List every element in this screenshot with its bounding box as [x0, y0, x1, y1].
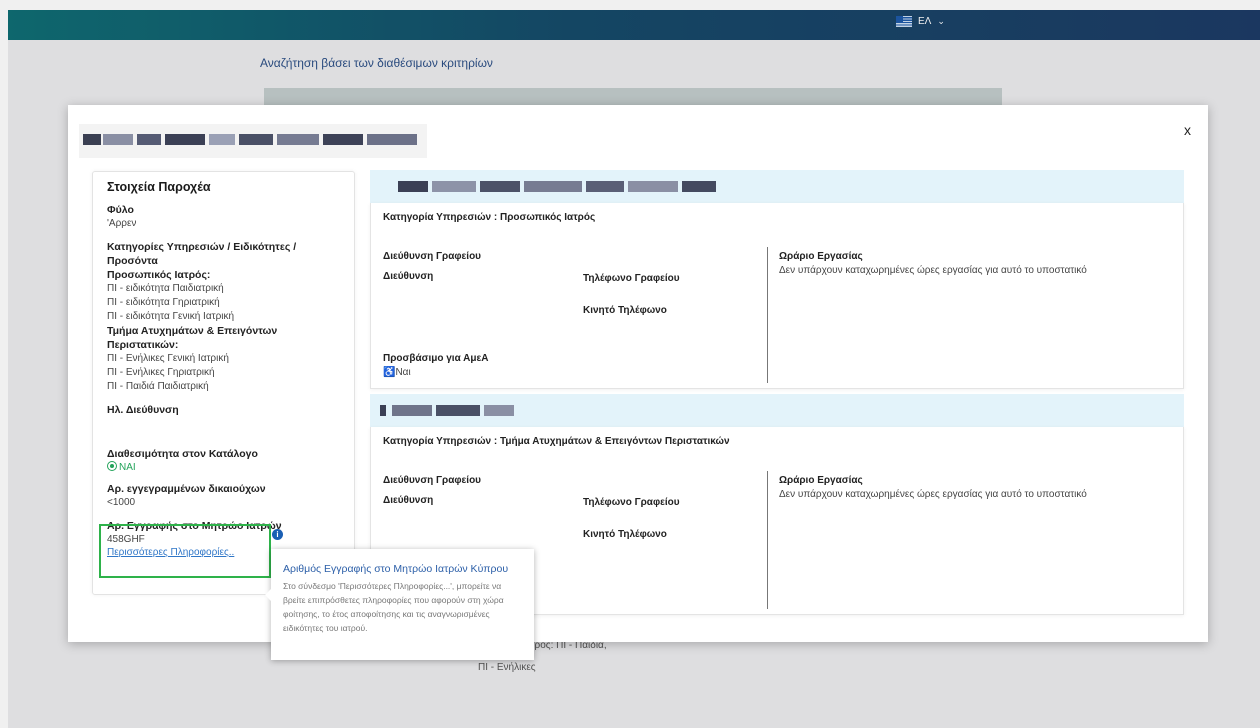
- address-label: Διεύθυνση: [383, 271, 434, 282]
- category-item: ΠΙ - Ενήλικες Γενική Ιατρική: [107, 353, 229, 364]
- gender-label: Φύλο: [107, 204, 134, 216]
- accessible-value: ♿Ναι: [383, 367, 411, 378]
- provider-details-modal: x Στοιχεία Παροχέα Φύλο 'Αρρεν Κατηγορίε…: [68, 105, 1208, 642]
- office-address-label: Διεύθυνση Γραφείου: [383, 475, 481, 486]
- close-button[interactable]: x: [1184, 122, 1191, 138]
- registry-highlight-box: [99, 524, 271, 578]
- working-hours-label: Ωράριο Εργασίας: [779, 475, 863, 486]
- accessible-label: Προσβάσιμο για ΑμεΑ: [383, 353, 489, 364]
- info-icon[interactable]: i: [272, 529, 283, 540]
- category-item: ΠΙ - Ενήλικες Γηριατρική: [107, 367, 215, 378]
- registry-info-tooltip: Αριθμός Εγγραφής στο Μητρώο Ιατρών Κύπρο…: [265, 549, 534, 660]
- gender-value: 'Αρρεν: [107, 218, 137, 229]
- availability-value: ΝΑΙ: [107, 461, 340, 473]
- address-label: Διεύθυνση: [383, 495, 434, 506]
- category-group-label: Τμήμα Ατυχημάτων & Επειγόντων Περιστατικ…: [107, 325, 278, 351]
- availability-text: ΝΑΙ: [119, 462, 136, 473]
- availability-label: Διαθεσιμότητα στον Κατάλογο: [107, 448, 258, 460]
- working-hours-value: Δεν υπάρχουν καταχωρημένες ώρες εργασίας…: [779, 265, 1087, 276]
- service-section: Κατηγορία Υπηρεσιών : Προσωπικός Ιατρός …: [370, 170, 1184, 389]
- provider-name-redacted: [79, 124, 427, 158]
- category-item: ΠΙ - ειδικότητα Παιδιατρική: [107, 283, 224, 294]
- mobile-phone-label: Κινητό Τηλέφωνο: [583, 305, 667, 316]
- tooltip-body: Στο σύνδεσμο 'Περισσότερες Πληροφορίες..…: [283, 581, 504, 633]
- beneficiaries-value: <1000: [107, 497, 136, 508]
- service-category: Κατηγορία Υπηρεσιών : Τμήμα Ατυχημάτων &…: [383, 436, 730, 447]
- tooltip-title: Αριθμός Εγγραφής στο Μητρώο Ιατρών Κύπρο…: [283, 563, 509, 575]
- category-item: ΠΙ - ειδικότητα Γηριατρική: [107, 297, 220, 308]
- radio-checked-icon: [107, 461, 117, 471]
- section-body: Κατηγορία Υπηρεσιών : Προσωπικός Ιατρός …: [370, 203, 1184, 389]
- office-address-label: Διεύθυνση Γραφείου: [383, 251, 481, 262]
- category-item: ΠΙ - ειδικότητα Γενική Ιατρική: [107, 311, 235, 322]
- card-title: Στοιχεία Παροχέα: [107, 180, 211, 194]
- office-phone-label: Τηλέφωνο Γραφείου: [583, 497, 680, 508]
- email-label: Ηλ. Διεύθυνση: [107, 404, 179, 416]
- column-divider: [767, 471, 768, 609]
- categories-label: Κατηγορίες Υπηρεσιών / Ειδικότητες / Προ…: [107, 241, 297, 267]
- category-group-label: Προσωπικός Ιατρός:: [107, 269, 211, 281]
- working-hours-label: Ωράριο Εργασίας: [779, 251, 863, 262]
- mobile-phone-label: Κινητό Τηλέφωνο: [583, 529, 667, 540]
- section-header-redacted: [370, 170, 1184, 203]
- beneficiaries-label: Αρ. εγγεγραμμένων δικαιούχων: [107, 483, 266, 495]
- section-header-redacted: [370, 394, 1184, 427]
- office-phone-label: Τηλέφωνο Γραφείου: [583, 273, 680, 284]
- working-hours-value: Δεν υπάρχουν καταχωρημένες ώρες εργασίας…: [779, 489, 1087, 500]
- column-divider: [767, 247, 768, 383]
- category-item: ΠΙ - Παιδιά Παιδιατρική: [107, 381, 209, 392]
- service-category: Κατηγορία Υπηρεσιών : Προσωπικός Ιατρός: [383, 212, 596, 223]
- accessible-text: Ναι: [395, 367, 411, 378]
- wheelchair-icon: ♿: [383, 367, 396, 378]
